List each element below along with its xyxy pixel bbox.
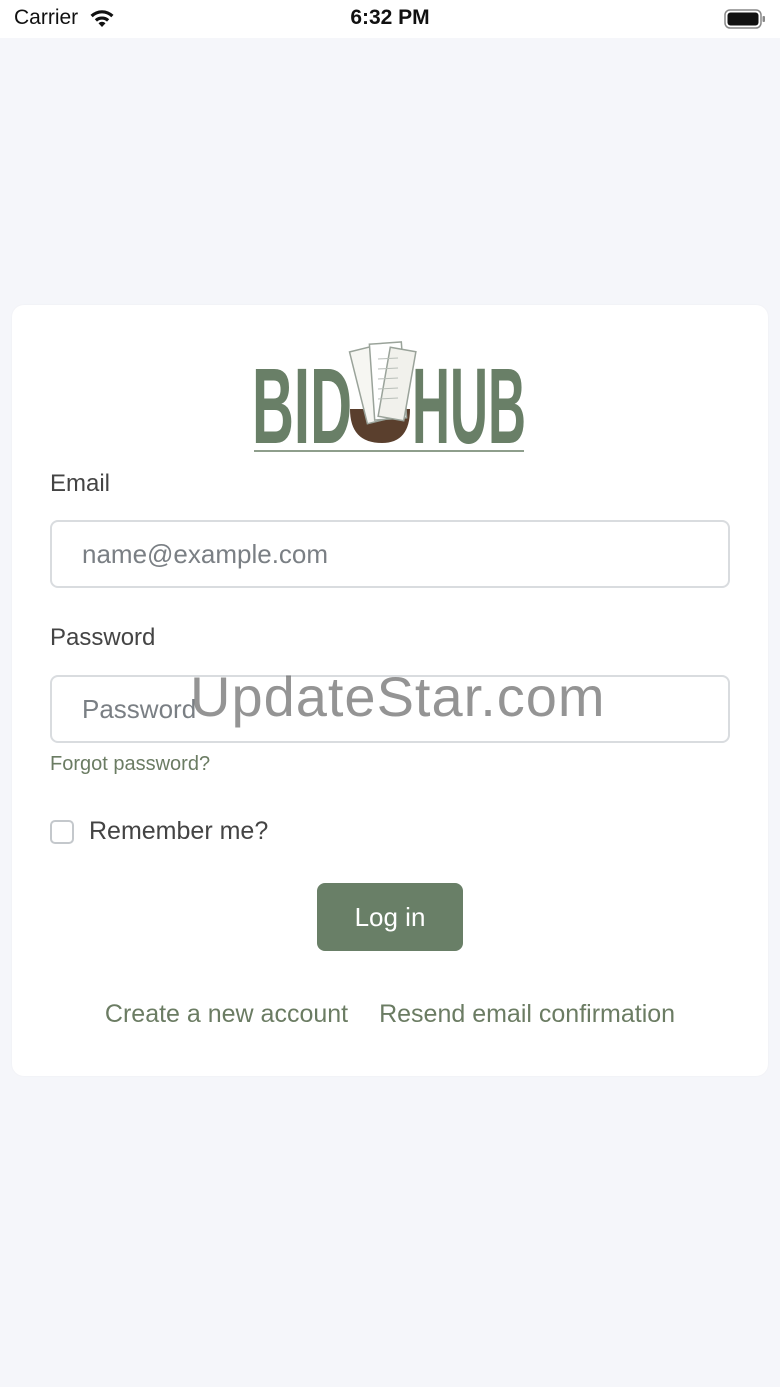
remember-me-label[interactable]: Remember me? bbox=[89, 817, 268, 846]
remember-me-checkbox[interactable] bbox=[50, 819, 74, 844]
password-label: Password bbox=[50, 624, 156, 651]
email-label: Email bbox=[50, 470, 111, 497]
forgot-password-link[interactable]: Forgot password? bbox=[50, 753, 210, 776]
resend-confirmation-link[interactable]: Resend email confirmation bbox=[379, 1000, 675, 1028]
logo-text-hub: HUB bbox=[412, 345, 526, 455]
password-input[interactable] bbox=[50, 675, 730, 743]
battery-icon bbox=[724, 9, 765, 29]
account-links: Create a new account Resend email confir… bbox=[12, 1000, 768, 1029]
email-input[interactable] bbox=[50, 520, 730, 588]
bidhub-logo: BID HUB bbox=[252, 341, 526, 455]
remember-me-row[interactable]: Remember me? bbox=[50, 817, 268, 846]
logo-text-bid: BID bbox=[252, 345, 352, 455]
create-account-link[interactable]: Create a new account bbox=[105, 1000, 348, 1028]
login-card: BID HUB Email Password Forgot password? … bbox=[12, 305, 768, 1076]
status-time: 6:32 PM bbox=[350, 6, 430, 29]
status-bar: Carrier 6:32 PM bbox=[0, 0, 780, 38]
login-button[interactable]: Log in bbox=[317, 883, 463, 951]
